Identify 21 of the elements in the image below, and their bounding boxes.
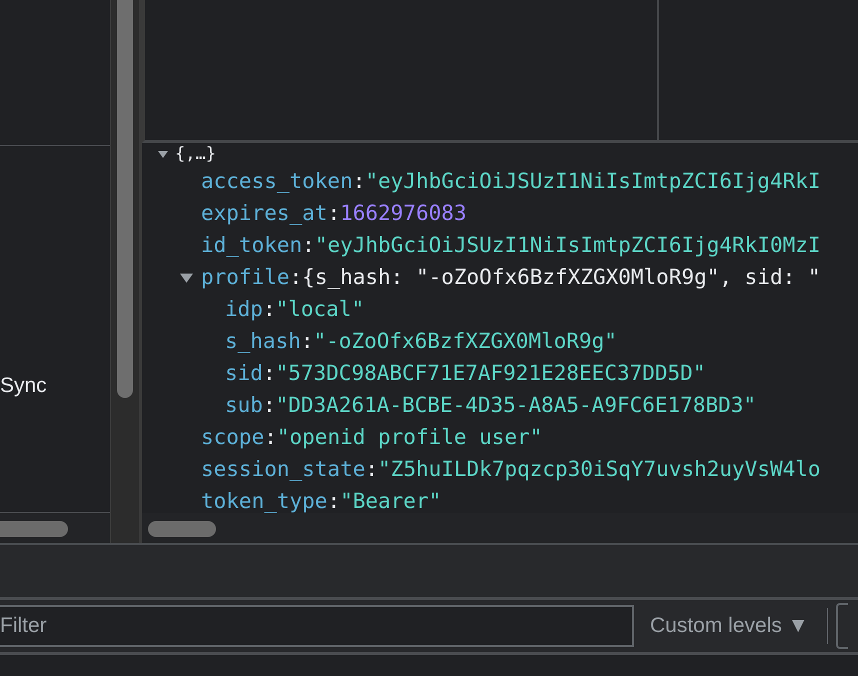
property-line: profile:{s_hash: "-oZoOfx6BzfXZGX0MloR9g", sid: " [201,264,821,291]
scrollbar-thumb[interactable] [117,0,133,398]
toolbar-control[interactable] [836,603,848,649]
property-line: idp:"local" [225,296,364,323]
property-line: s_hash:"-oZoOfx6BzfXZGX0MloR9g" [225,328,617,355]
property-line: expires_at:1662976083 [201,200,467,227]
filter-field[interactable]: Filter [0,605,634,647]
list-item[interactable]: Sync [0,374,47,398]
property-line: id_token:"eyJhbGciOiJSUzI1NiIsImtpZCI6Ijg4RkI0MzI [201,232,821,259]
scrollbar-thumb[interactable] [148,521,216,537]
property-line: scope:"openid profile user" [201,424,542,451]
property-line: session_state:"Z5huILDk7pqzcp30iSqY7uvsh2uyVsW4lo [201,456,821,483]
property-line: sub:"DD3A261A-BCBE-4D35-A8A5-A9FC6E178BD3" [225,392,756,419]
property-line: token_type:"Bearer" [201,488,442,513]
property-line: sid:"573DC98ABCF71E7AF921E28EEC37DD5D" [225,360,706,387]
scrollbar-thumb[interactable] [0,521,68,537]
expand-triangle-icon[interactable] [180,270,193,284]
expand-triangle-icon[interactable] [158,149,168,159]
object-preview: {,…} [175,143,216,165]
levels-dropdown[interactable]: Custom levels ▼ [648,610,810,642]
property-line: access_token:"eyJhbGciOiJSUzI1NiIsImtpZCI6Ijg4RkI [201,168,821,195]
